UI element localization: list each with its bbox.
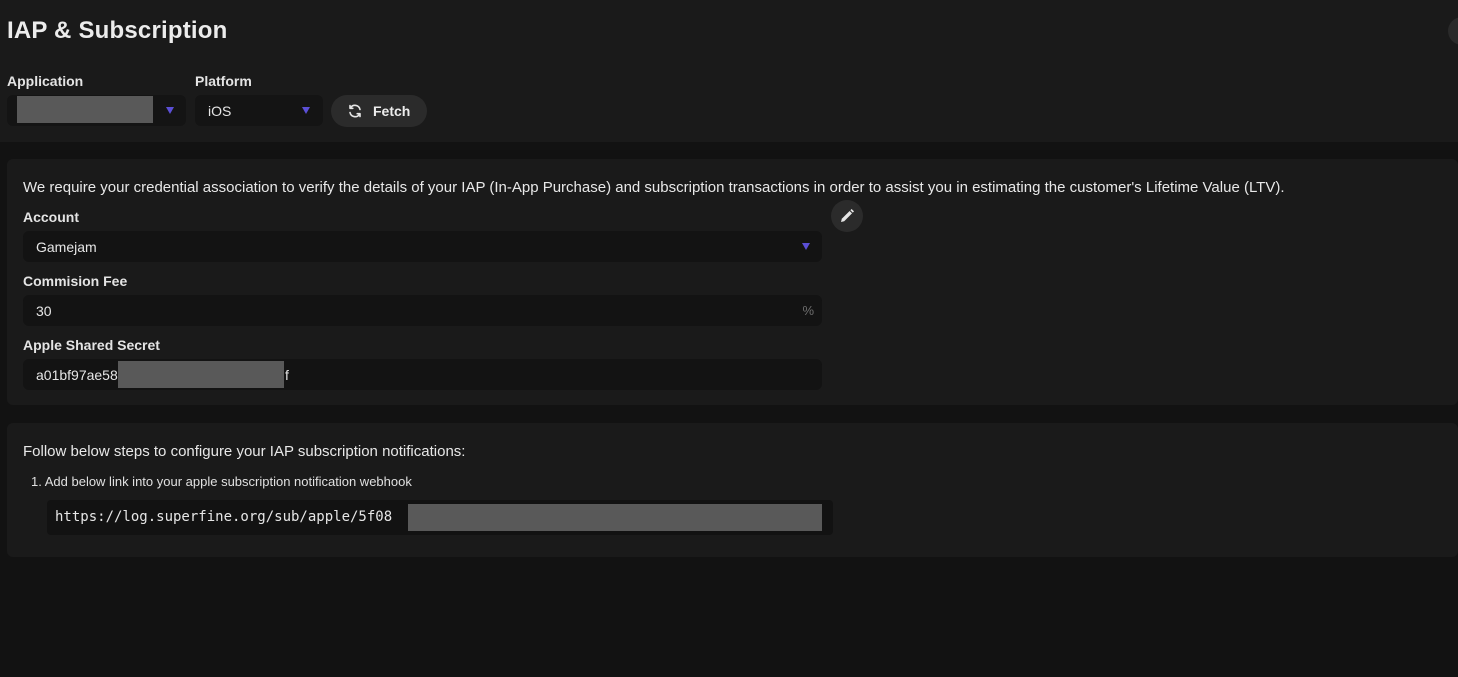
secret-input[interactable]: a01bf97ae58 f (23, 359, 822, 390)
step-1: 1. Add below link into your apple subscr… (31, 474, 412, 489)
webhook-url: https://log.superfine.org/sub/apple/5f08 (55, 509, 393, 525)
commission-label: Commision Fee (23, 273, 128, 289)
platform-value: iOS (208, 102, 232, 119)
account-value: Gamejam (36, 238, 97, 255)
secret-prefix: a01bf97ae58 (36, 366, 118, 383)
application-label: Application (7, 73, 84, 89)
credentials-description: We require your credential association t… (23, 179, 1285, 196)
refresh-icon (349, 104, 361, 118)
fetch-label: Fetch (373, 103, 411, 119)
secret-label: Apple Shared Secret (23, 337, 160, 353)
redacted-webhook-url (408, 504, 822, 531)
account-select[interactable]: Gamejam (23, 231, 822, 262)
page-title: IAP & Subscription (7, 17, 228, 44)
pencil-icon (841, 209, 854, 222)
platform-label: Platform (195, 73, 252, 89)
secret-suffix: f (285, 366, 289, 383)
commission-value: 30 (36, 302, 52, 319)
fetch-button[interactable]: Fetch (331, 95, 427, 127)
percent-suffix: % (802, 303, 814, 318)
redacted-secret (118, 361, 284, 388)
chevron-down-icon (302, 107, 310, 114)
credentials-card: We require your credential association t… (7, 159, 1458, 405)
redacted-application-name (17, 96, 153, 123)
chevron-down-icon (166, 107, 174, 114)
steps-title: Follow below steps to configure your IAP… (23, 443, 466, 460)
account-label: Account (23, 209, 79, 225)
webhook-url-box[interactable]: https://log.superfine.org/sub/apple/5f08 (47, 500, 833, 535)
platform-select[interactable]: iOS (195, 95, 323, 126)
chevron-down-icon (802, 243, 810, 250)
notifications-card: Follow below steps to configure your IAP… (7, 423, 1458, 557)
application-select[interactable] (7, 95, 186, 126)
commission-input[interactable]: 30 % (23, 295, 822, 326)
edit-button[interactable] (831, 200, 863, 232)
